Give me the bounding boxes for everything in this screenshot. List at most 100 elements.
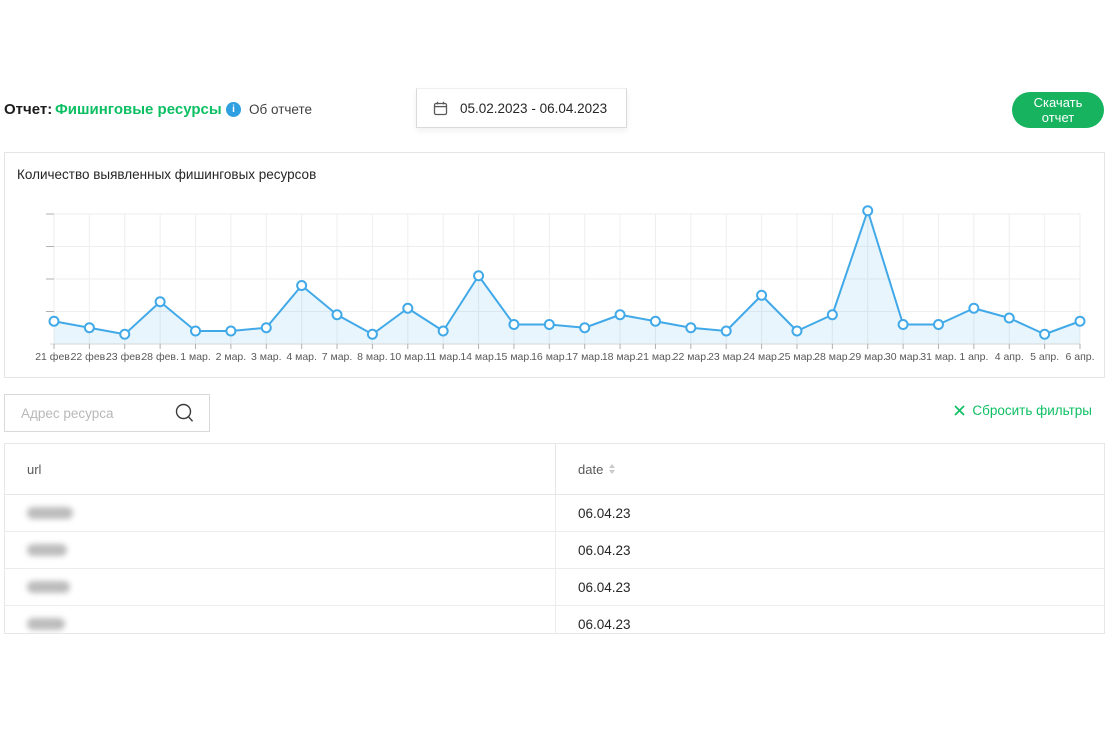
x-axis-label: 3 мар. — [251, 351, 282, 363]
x-axis-label: 16 мар. — [531, 351, 567, 363]
redacted-url — [27, 544, 67, 556]
x-axis-label: 1 апр. — [959, 351, 988, 363]
url-cell — [5, 495, 556, 531]
data-point-marker — [1076, 317, 1085, 326]
x-axis-label: 1 мар. — [180, 351, 211, 363]
resource-search-box — [4, 394, 210, 432]
x-axis-label: 29 мар. — [850, 351, 886, 363]
reset-filters-button[interactable]: Сбросить фильтры — [954, 403, 1092, 418]
report-label: Отчет: — [4, 101, 52, 118]
x-axis-label: 22 фев. — [71, 351, 109, 363]
line-chart: 21 фев.22 фев.23 фев.28 фев.1 мар. 2 мар.… — [5, 153, 1104, 377]
data-point-marker — [474, 271, 483, 280]
report-type-value: Фишинговые ресурсы — [55, 101, 222, 118]
x-axis-label: 23 мар. — [708, 351, 744, 363]
x-axis-label: 4 мар. — [286, 351, 317, 363]
x-axis-label: 11 мар. — [425, 351, 461, 363]
data-point-marker — [120, 330, 129, 339]
x-axis-label: 7 мар. — [322, 351, 353, 363]
x-axis-label: 2 мар. — [216, 351, 247, 363]
date-cell: 06.04.23 — [556, 606, 1104, 634]
close-icon — [954, 405, 965, 416]
x-axis-label: 10 мар. — [390, 351, 426, 363]
data-point-marker — [616, 310, 625, 319]
about-report-link[interactable]: i Об отчете — [226, 102, 312, 117]
search-icon[interactable] — [174, 402, 196, 424]
data-point-marker — [156, 297, 165, 306]
x-axis-label: 5 апр. — [1030, 351, 1059, 363]
data-point-marker — [333, 310, 342, 319]
phishing-chart-panel: Количество выявленных фишинговых ресурсо… — [4, 152, 1105, 378]
download-report-button[interactable]: Скачать отчет — [1012, 92, 1104, 128]
x-axis-label: 23 фев. — [106, 351, 144, 363]
data-point-marker — [297, 281, 306, 290]
data-point-marker — [191, 327, 200, 336]
redacted-url — [27, 507, 73, 519]
data-point-marker — [50, 317, 59, 326]
x-axis-label: 28 фев. — [141, 351, 179, 363]
data-point-marker — [545, 320, 554, 329]
table-row[interactable]: 06.04.23 — [5, 532, 1104, 569]
x-axis-label: 14 мар. — [460, 351, 496, 363]
data-point-marker — [368, 330, 377, 339]
data-point-marker — [651, 317, 660, 326]
table-row[interactable]: 06.04.23 — [5, 495, 1104, 532]
x-axis-label: 31 мар. — [920, 351, 956, 363]
data-point-marker — [792, 327, 801, 336]
url-cell — [5, 532, 556, 568]
table-body: 06.04.2306.04.2306.04.2306.04.23 — [5, 495, 1104, 634]
data-point-marker — [969, 304, 978, 313]
x-axis-label: 6 апр. — [1065, 351, 1094, 363]
x-axis-label: 15 мар. — [496, 351, 532, 363]
column-header-date-label: date — [578, 462, 603, 477]
calendar-icon — [433, 101, 448, 116]
x-axis-label: 24 мар. — [743, 351, 779, 363]
data-point-marker — [934, 320, 943, 329]
x-axis-label: 8 мар. — [357, 351, 388, 363]
x-axis-label: 17 мар. — [566, 351, 602, 363]
x-axis-label: 18 мар. — [602, 351, 638, 363]
data-point-marker — [439, 327, 448, 336]
x-axis-label: 25 мар. — [779, 351, 815, 363]
table-header: url date — [5, 444, 1104, 495]
results-table: url date 06.04.2306.04.2306.04.2306.04.2… — [4, 443, 1105, 634]
data-point-marker — [686, 323, 695, 332]
table-row[interactable]: 06.04.23 — [5, 606, 1104, 634]
column-header-date[interactable]: date — [556, 444, 1104, 494]
about-report-label: Об отчете — [249, 102, 312, 117]
data-point-marker — [828, 310, 837, 319]
data-point-marker — [757, 291, 766, 300]
data-point-marker — [580, 323, 589, 332]
url-cell — [5, 606, 556, 634]
date-cell: 06.04.23 — [556, 569, 1104, 605]
redacted-url — [27, 618, 65, 630]
data-point-marker — [85, 323, 94, 332]
date-range-value: 05.02.2023 - 06.04.2023 — [460, 101, 607, 116]
sort-icon — [609, 464, 615, 474]
date-cell: 06.04.23 — [556, 495, 1104, 531]
date-range-picker[interactable]: 05.02.2023 - 06.04.2023 — [416, 88, 627, 128]
table-row[interactable]: 06.04.23 — [5, 569, 1104, 606]
data-point-marker — [509, 320, 518, 329]
x-axis-label: 4 апр. — [995, 351, 1024, 363]
data-point-marker — [403, 304, 412, 313]
x-axis-label: 22 мар. — [673, 351, 709, 363]
data-point-marker — [899, 320, 908, 329]
date-cell: 06.04.23 — [556, 532, 1104, 568]
column-header-url: url — [5, 444, 556, 494]
data-point-marker — [262, 323, 271, 332]
x-axis-label: 21 фев. — [35, 351, 73, 363]
data-point-marker — [863, 206, 872, 215]
data-point-marker — [722, 327, 731, 336]
x-axis-label: 28 мар. — [814, 351, 850, 363]
resource-search-input[interactable] — [5, 405, 174, 422]
chart-series-line — [54, 211, 1080, 335]
x-axis-label: 30 мар. — [885, 351, 921, 363]
data-point-marker — [1005, 314, 1014, 323]
data-point-marker — [1040, 330, 1049, 339]
report-type-dropdown[interactable]: Фишинговые ресурсы — [55, 101, 238, 118]
info-icon: i — [226, 102, 241, 117]
x-axis-label: 21 мар. — [637, 351, 673, 363]
redacted-url — [27, 581, 70, 593]
reset-filters-label: Сбросить фильтры — [972, 403, 1092, 418]
